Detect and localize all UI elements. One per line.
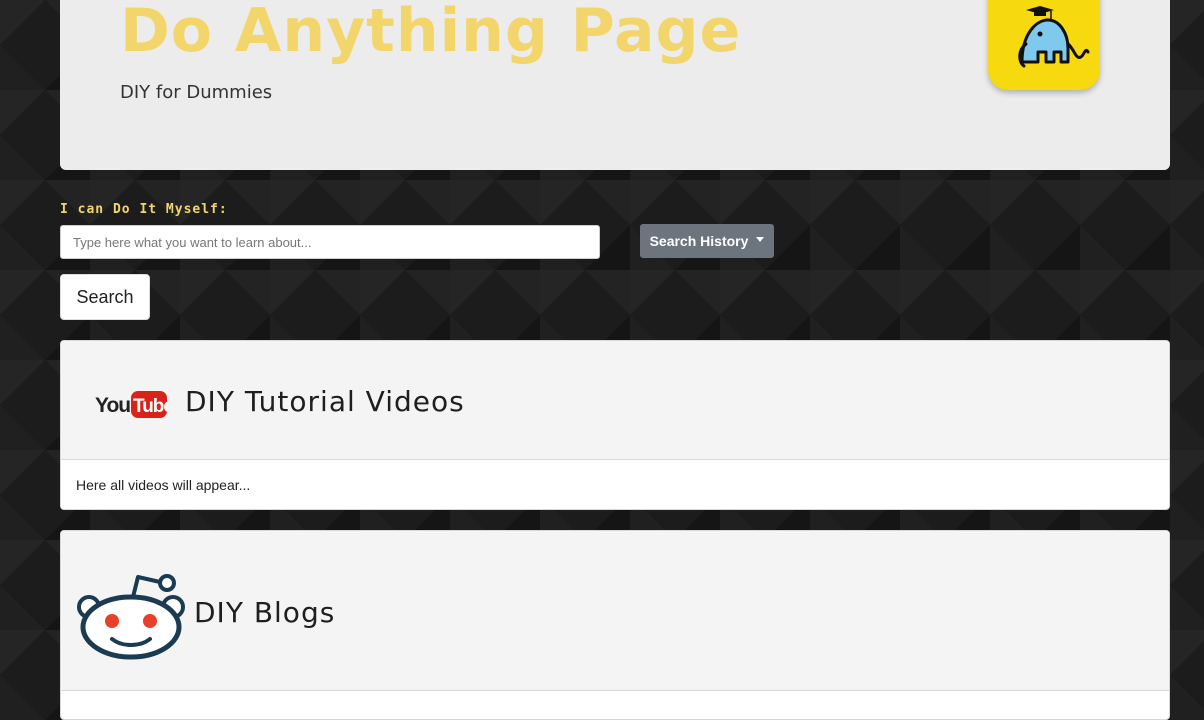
svg-text:Tube: Tube bbox=[133, 396, 167, 417]
header-banner: Do Anything Page DIY for Dummies bbox=[60, 0, 1170, 170]
elephant-graduate-icon bbox=[988, 0, 1100, 90]
search-form-label: I can Do It Myself: bbox=[60, 202, 228, 217]
chevron-down-icon bbox=[756, 236, 765, 242]
search-history-dropdown-button[interactable]: Search History bbox=[640, 224, 774, 258]
videos-card-body: Here all videos will appear... bbox=[76, 477, 251, 493]
page-title: Do Anything Page bbox=[120, 0, 742, 66]
videos-card-title: DIY Tutorial Videos bbox=[185, 385, 465, 418]
blogs-card-title: DIY Blogs bbox=[194, 596, 336, 629]
page-subtitle: DIY for Dummies bbox=[120, 82, 273, 103]
videos-card: You Tube DIY Tutorial Videos Here all vi… bbox=[60, 340, 1170, 510]
svg-text:You: You bbox=[95, 394, 130, 417]
search-button[interactable]: Search bbox=[60, 274, 150, 320]
blogs-card: DIY Blogs bbox=[60, 530, 1170, 720]
blogs-card-header: DIY Blogs bbox=[61, 531, 1169, 691]
videos-card-header: You Tube DIY Tutorial Videos bbox=[61, 341, 1169, 460]
search-input[interactable] bbox=[60, 225, 600, 259]
reddit-logo-icon bbox=[77, 574, 185, 660]
youtube-logo-icon: You Tube bbox=[95, 391, 167, 418]
search-history-label: Search History bbox=[649, 233, 749, 249]
